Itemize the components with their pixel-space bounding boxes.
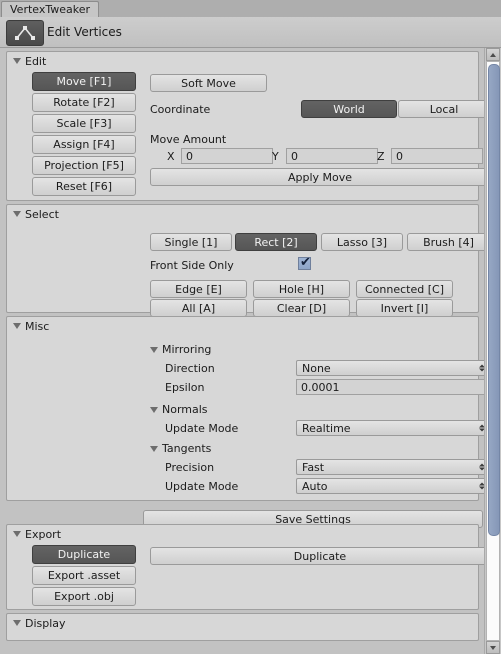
vertex-tweaker-window: VertexTweaker Edit Vertices Edit Move [F…	[0, 0, 501, 654]
soft-move-button[interactable]: Soft Move	[150, 74, 267, 92]
inspector-scroll-area: Edit Move [F1] Rotate [F2] Scale [F3] As…	[0, 48, 501, 654]
subgroup-tangents-header[interactable]: Tangents	[150, 442, 211, 455]
export-mode-list: Duplicate Export .asset Export .obj	[32, 545, 136, 608]
chevron-down-icon	[13, 531, 21, 537]
tool-assign-button[interactable]: Assign [F4]	[32, 135, 136, 154]
chevron-down-icon	[13, 58, 21, 64]
chevron-down-icon	[13, 323, 21, 329]
tool-reset-button[interactable]: Reset [F6]	[32, 177, 136, 196]
select-clear-button[interactable]: Clear [D]	[253, 299, 350, 317]
group-export: Export Duplicate Export .asset Export .o…	[6, 524, 490, 610]
axis-x-label: X	[167, 149, 175, 163]
mirroring-direction-label: Direction	[165, 362, 215, 375]
mirroring-epsilon-input[interactable]: 0.0001	[296, 379, 490, 395]
tool-projection-button[interactable]: Projection [F5]	[32, 156, 136, 175]
group-select: Select Single [1] Rect [2] Lasso [3] Bru…	[6, 204, 490, 317]
tangents-update-mode-label: Update Mode	[165, 480, 239, 493]
apply-move-button[interactable]: Apply Move	[150, 168, 490, 186]
chevron-down-icon	[13, 211, 21, 217]
scrollbar-thumb[interactable]	[488, 64, 500, 536]
group-edit: Edit Move [F1] Rotate [F2] Scale [F3] As…	[6, 51, 490, 201]
select-connected-button[interactable]: Connected [C]	[356, 280, 453, 298]
coordinate-label: Coordinate	[150, 103, 211, 116]
move-amount-z: Z 0	[377, 148, 483, 164]
scrollbar-track[interactable]	[486, 61, 500, 641]
mirroring-direction-value: None	[302, 361, 331, 375]
normals-update-mode-label: Update Mode	[165, 422, 239, 435]
group-edit-header[interactable]: Edit	[7, 52, 478, 70]
subgroup-mirroring-label: Mirroring	[162, 343, 212, 356]
subgroup-normals-label: Normals	[162, 403, 208, 416]
inspector-content: Edit Move [F1] Rotate [F2] Scale [F3] As…	[0, 48, 490, 641]
tool-scale-button[interactable]: Scale [F3]	[32, 114, 136, 133]
tangents-precision-dropdown[interactable]: Fast	[296, 459, 490, 475]
tool-rotate-button[interactable]: Rotate [F2]	[32, 93, 136, 112]
tab-vertex-tweaker[interactable]: VertexTweaker	[1, 1, 100, 18]
front-side-only-checkbox[interactable]: ✔	[298, 255, 311, 270]
select-mode-brush-button[interactable]: Brush [4]	[407, 233, 490, 251]
move-amount-z-input[interactable]: 0	[391, 148, 483, 164]
chevron-down-icon	[13, 620, 21, 626]
group-display-label: Display	[25, 616, 66, 630]
axis-y-label: Y	[272, 149, 279, 163]
export-mode-duplicate-button[interactable]: Duplicate	[32, 545, 136, 564]
tangents-precision-value: Fast	[302, 460, 325, 474]
group-display: Display	[6, 613, 479, 641]
group-select-label: Select	[25, 207, 59, 221]
coordinate-local-button[interactable]: Local	[398, 100, 490, 118]
move-amount-label: Move Amount	[150, 133, 227, 146]
window-tab-bar: VertexTweaker	[0, 0, 501, 18]
group-select-header[interactable]: Select	[7, 205, 478, 223]
chevron-down-icon	[150, 346, 158, 353]
select-invert-button[interactable]: Invert [I]	[356, 299, 453, 317]
mirroring-direction-dropdown[interactable]: None	[296, 360, 490, 376]
select-edge-button[interactable]: Edge [E]	[150, 280, 247, 298]
chevron-down-icon	[150, 445, 158, 452]
select-mode-rect-button[interactable]: Rect [2]	[235, 233, 317, 251]
move-amount-y: Y 0	[272, 148, 378, 164]
vertical-scrollbar[interactable]	[484, 48, 501, 654]
select-mode-single-button[interactable]: Single [1]	[150, 233, 232, 251]
window-toolbar: Edit Vertices	[0, 17, 501, 48]
tangents-update-mode-value: Auto	[302, 479, 328, 493]
select-all-button[interactable]: All [A]	[150, 299, 247, 317]
move-amount-y-input[interactable]: 0	[286, 148, 378, 164]
scroll-up-button[interactable]	[486, 48, 500, 61]
normals-update-mode-value: Realtime	[302, 421, 351, 435]
tangents-update-mode-dropdown[interactable]: Auto	[296, 478, 490, 494]
axis-z-label: Z	[377, 149, 385, 163]
subgroup-tangents-label: Tangents	[162, 442, 212, 455]
select-mode-lasso-button[interactable]: Lasso [3]	[321, 233, 403, 251]
chevron-down-icon	[150, 406, 158, 413]
page-title: Edit Vertices	[47, 25, 122, 39]
export-mode-asset-button[interactable]: Export .asset	[32, 566, 136, 585]
subgroup-mirroring-header[interactable]: Mirroring	[150, 343, 211, 356]
chevron-down-icon	[490, 645, 496, 650]
coordinate-world-button[interactable]: World	[301, 100, 397, 118]
group-misc: Misc Mirroring Direction None Epsilon 0.…	[6, 316, 490, 501]
front-side-only-label: Front Side Only	[150, 259, 234, 272]
vertices-icon-button[interactable]	[6, 20, 44, 46]
mirroring-epsilon-label: Epsilon	[165, 381, 205, 394]
tangents-precision-label: Precision	[165, 461, 215, 474]
group-display-header[interactable]: Display	[7, 614, 478, 632]
move-amount-x-input[interactable]: 0	[181, 148, 273, 164]
tool-move-button[interactable]: Move [F1]	[32, 72, 136, 91]
vertices-icon	[15, 26, 35, 40]
export-duplicate-action-button[interactable]: Duplicate	[150, 547, 490, 565]
edit-tool-list: Move [F1] Rotate [F2] Scale [F3] Assign …	[32, 72, 136, 198]
move-amount-x: X 0	[167, 148, 273, 164]
select-hole-button[interactable]: Hole [H]	[253, 280, 350, 298]
group-export-header[interactable]: Export	[7, 525, 478, 543]
group-misc-header[interactable]: Misc	[7, 317, 478, 335]
subgroup-normals-header[interactable]: Normals	[150, 403, 208, 416]
chevron-up-icon	[490, 52, 496, 57]
export-mode-obj-button[interactable]: Export .obj	[32, 587, 136, 606]
normals-update-mode-dropdown[interactable]: Realtime	[296, 420, 490, 436]
group-export-label: Export	[25, 527, 62, 541]
group-edit-label: Edit	[25, 54, 47, 68]
group-misc-label: Misc	[25, 319, 50, 333]
scroll-down-button[interactable]	[486, 641, 500, 654]
check-icon: ✔	[300, 255, 311, 270]
